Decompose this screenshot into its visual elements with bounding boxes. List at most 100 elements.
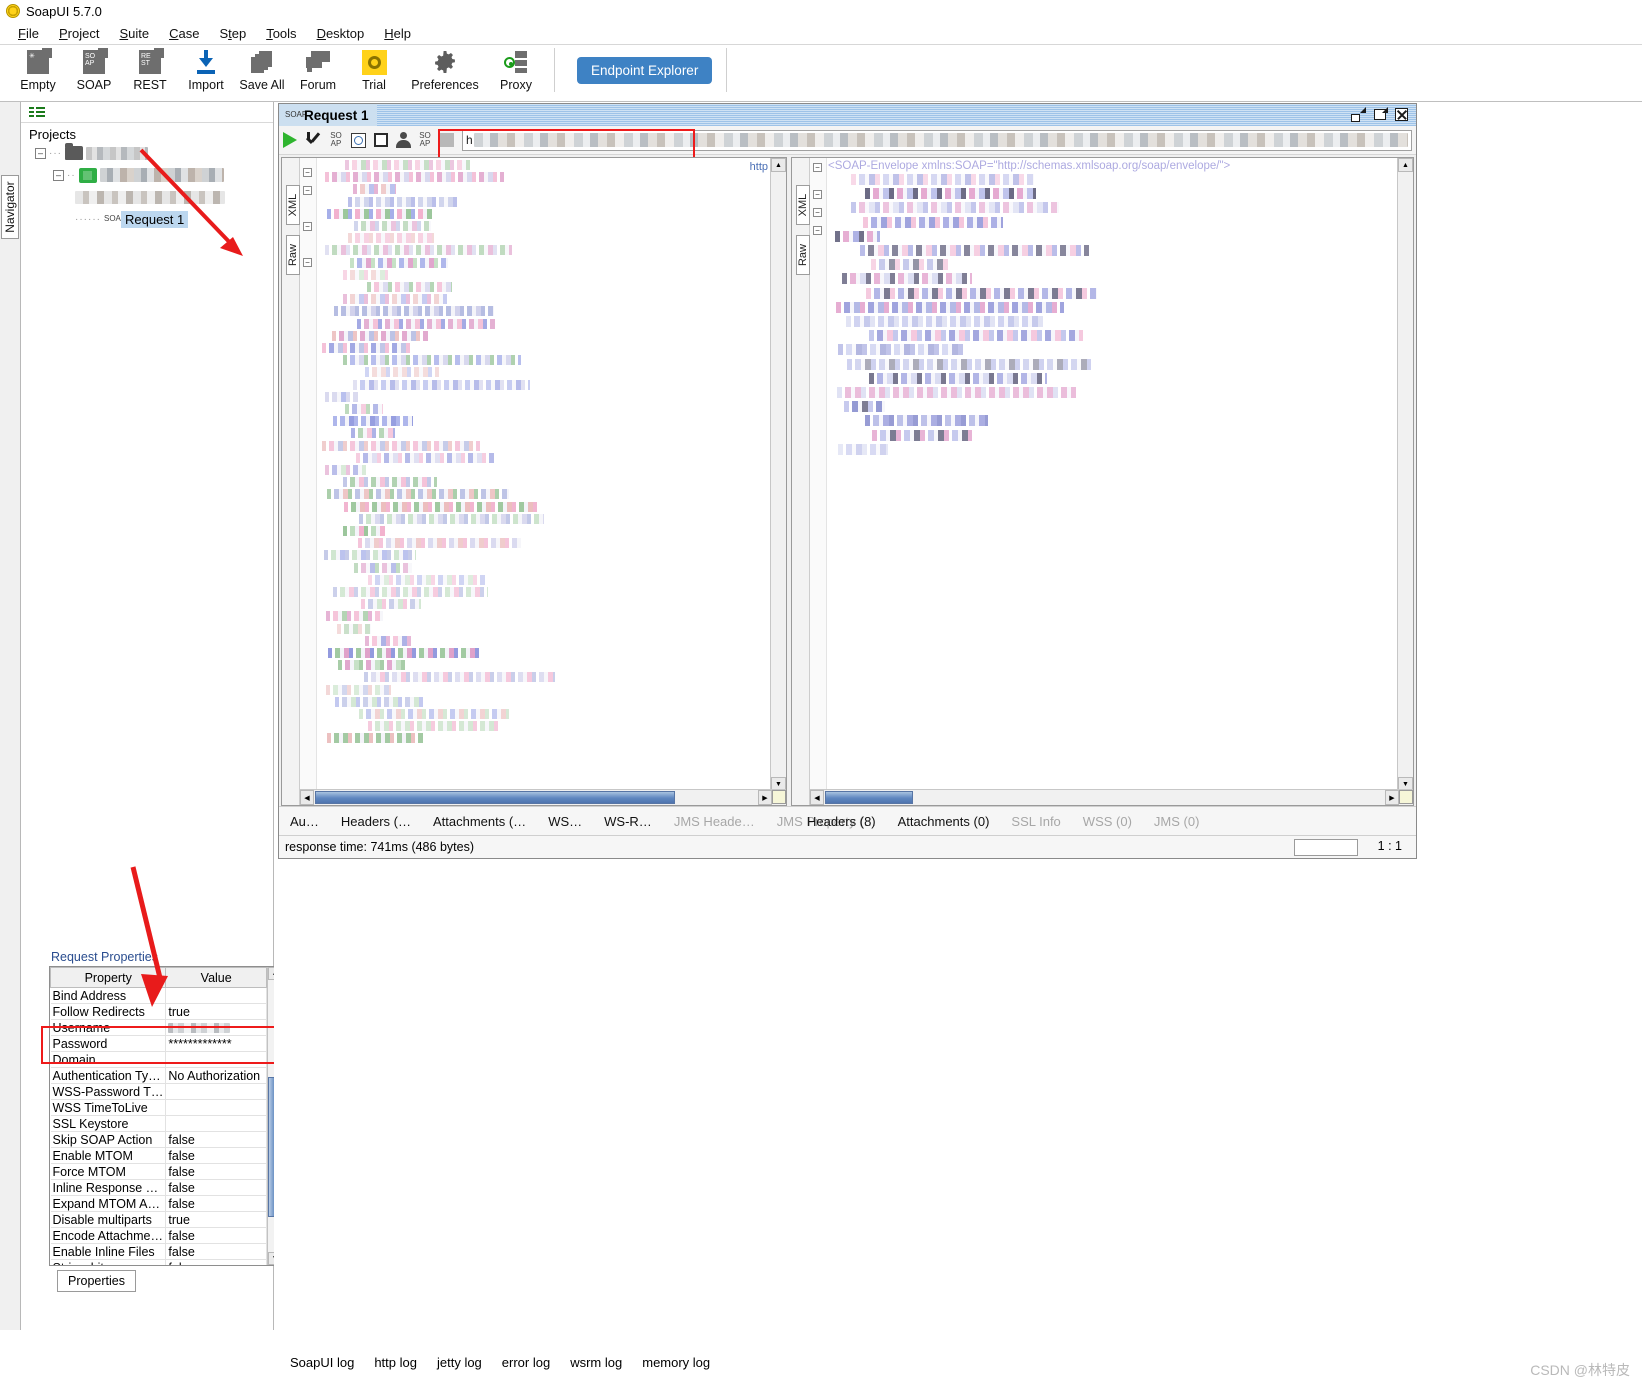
clear-icon[interactable] bbox=[440, 133, 454, 147]
table-row[interactable]: WSS TimeToLive bbox=[50, 1099, 267, 1116]
menu-case[interactable]: Case bbox=[159, 24, 209, 43]
response-tab-3[interactable]: WSS (0) bbox=[1072, 807, 1143, 835]
tree-item-request-1[interactable]: Request 1 bbox=[120, 210, 189, 228]
log-tab-jetty-log[interactable]: jetty log bbox=[437, 1355, 482, 1370]
request-editor-zoom-icon[interactable] bbox=[772, 790, 786, 804]
toolbar-soap-button[interactable]: SO AP SOAP bbox=[66, 45, 122, 92]
request-tab-4[interactable]: WS-R… bbox=[593, 807, 663, 835]
table-row[interactable]: Authentication Ty… No Authorization bbox=[50, 1067, 267, 1084]
table-row[interactable]: Username bbox=[50, 1019, 267, 1036]
menu-suite[interactable]: Suite bbox=[109, 24, 159, 43]
response-horizontal-scrollbar[interactable]: ◀ ▶ bbox=[810, 789, 1413, 805]
toolbar-save-all-button[interactable]: Save All bbox=[234, 45, 290, 92]
menu-help[interactable]: Help bbox=[374, 24, 421, 43]
tree-node-interface[interactable]: – ·· bbox=[27, 164, 273, 186]
request-tab-xml[interactable]: XML bbox=[286, 185, 300, 225]
response-xml-editor[interactable]: − − − − <SOAP-Envelope xmlns:SOAP="http:… bbox=[810, 158, 1413, 805]
endpoint-explorer-button[interactable]: Endpoint Explorer bbox=[577, 57, 713, 84]
property-value-cell[interactable]: true bbox=[165, 1211, 267, 1228]
request-hscroll-track[interactable] bbox=[314, 790, 758, 805]
menu-file[interactable]: File bbox=[8, 24, 49, 43]
property-value-cell[interactable]: false bbox=[165, 1147, 267, 1164]
response-tab-raw[interactable]: Raw bbox=[796, 235, 810, 275]
property-value-cell[interactable]: false bbox=[165, 1227, 267, 1244]
validate-icon[interactable] bbox=[305, 132, 321, 148]
auth-icon[interactable] bbox=[396, 132, 411, 148]
menu-desktop[interactable]: Desktop bbox=[307, 24, 375, 43]
request-scroll-up-icon[interactable]: ▲ bbox=[771, 158, 786, 172]
table-row[interactable]: Strip whitespacesfalse bbox=[50, 1259, 267, 1265]
toolbar-import-button[interactable]: Import bbox=[178, 45, 234, 92]
response-editor-zoom-icon[interactable] bbox=[1399, 790, 1413, 804]
tree-node-project[interactable]: – ··· bbox=[27, 142, 273, 164]
table-row[interactable]: Enable MTOM false bbox=[50, 1147, 267, 1164]
property-value-cell[interactable]: false bbox=[165, 1179, 267, 1196]
property-value-cell[interactable]: false bbox=[165, 1243, 267, 1260]
list-view-icon[interactable] bbox=[29, 106, 45, 118]
property-value-cell[interactable]: false bbox=[165, 1195, 267, 1212]
response-scroll-right-icon[interactable]: ▶ bbox=[1385, 790, 1399, 805]
response-tab-xml[interactable]: XML bbox=[796, 185, 810, 225]
menu-step[interactable]: Step bbox=[209, 24, 256, 43]
table-row[interactable]: Disable multiparts true bbox=[50, 1211, 267, 1228]
request-hscroll-thumb[interactable] bbox=[315, 791, 675, 804]
response-scroll-up-icon[interactable]: ▲ bbox=[1398, 158, 1413, 172]
table-row[interactable]: Force MTOM false bbox=[50, 1163, 267, 1180]
property-value-cell[interactable] bbox=[165, 1115, 267, 1132]
property-value-cell[interactable] bbox=[165, 987, 267, 1004]
table-row[interactable]: Enable Inline Files false bbox=[50, 1243, 267, 1260]
toolbar-trial-button[interactable]: Trial bbox=[346, 45, 402, 92]
request-xml-editor[interactable]: − − − − http ▲ ▼ ◀ ▶ bbox=[300, 158, 786, 805]
expander-icon-2[interactable]: – bbox=[53, 169, 64, 181]
submit-request-icon[interactable] bbox=[283, 132, 297, 148]
property-value-cell[interactable] bbox=[165, 1051, 267, 1068]
toolbar-forum-button[interactable]: Forum bbox=[290, 45, 346, 92]
request-scroll-right-icon[interactable]: ▶ bbox=[758, 790, 772, 805]
request-tab-3[interactable]: WS… bbox=[537, 807, 593, 835]
property-value-cell[interactable] bbox=[165, 1019, 267, 1036]
soap-attachment-icon[interactable]: SO AP bbox=[418, 132, 432, 148]
toolbar-empty-button[interactable]: ✳ Empty bbox=[10, 45, 66, 92]
recording-icon[interactable] bbox=[351, 132, 366, 148]
response-tab-0[interactable]: Headers (8) bbox=[796, 807, 887, 835]
property-value-cell[interactable] bbox=[165, 1083, 267, 1100]
log-tab-wsrm-log[interactable]: wsrm log bbox=[570, 1355, 622, 1370]
request-tab-5[interactable]: JMS Heade… bbox=[663, 807, 766, 835]
endpoint-input[interactable]: h bbox=[462, 129, 1412, 151]
table-row[interactable]: Skip SOAP Action false bbox=[50, 1131, 267, 1148]
expander-icon[interactable]: – bbox=[35, 147, 46, 159]
request-horizontal-scrollbar[interactable]: ◀ ▶ bbox=[300, 789, 786, 805]
response-vertical-scrollbar[interactable]: ▲ ▼ bbox=[1397, 158, 1413, 791]
property-value-cell[interactable]: ************* bbox=[165, 1035, 267, 1052]
table-row[interactable]: Expand MTOM A… false bbox=[50, 1195, 267, 1212]
property-value-cell[interactable] bbox=[165, 1099, 267, 1116]
property-value-cell[interactable]: false bbox=[165, 1131, 267, 1148]
property-value-cell[interactable]: true bbox=[165, 1003, 267, 1020]
table-row[interactable]: Password ************* bbox=[50, 1035, 267, 1052]
restore-down-icon[interactable] bbox=[1351, 107, 1366, 122]
table-row[interactable]: Bind Address bbox=[50, 987, 267, 1004]
response-tab-2[interactable]: SSL Info bbox=[1000, 807, 1071, 835]
navigator-strip[interactable]: Navigator bbox=[0, 102, 21, 1330]
log-tab-error-log[interactable]: error log bbox=[502, 1355, 550, 1370]
toolbar-preferences-button[interactable]: Preferences bbox=[402, 45, 488, 92]
response-hscroll-track[interactable] bbox=[824, 790, 1385, 805]
request-tab-1[interactable]: Headers (… bbox=[330, 807, 422, 835]
request-scroll-left-icon[interactable]: ◀ bbox=[300, 790, 314, 805]
property-value-cell[interactable]: false bbox=[165, 1259, 267, 1265]
response-hscroll-thumb[interactable] bbox=[825, 791, 913, 804]
table-row[interactable]: Encode Attachme… false bbox=[50, 1227, 267, 1244]
request-vertical-scrollbar[interactable]: ▲ ▼ bbox=[770, 158, 786, 791]
response-tab-4[interactable]: JMS (0) bbox=[1143, 807, 1211, 835]
toolbar-proxy-button[interactable]: Proxy bbox=[488, 45, 544, 92]
close-icon[interactable] bbox=[1395, 107, 1410, 122]
log-tab-memory-log[interactable]: memory log bbox=[642, 1355, 710, 1370]
request-window-tab[interactable]: SOAP Request 1 bbox=[279, 104, 377, 126]
table-row[interactable]: SSL Keystore bbox=[50, 1115, 267, 1132]
tree-node-request[interactable]: ······ SOAP Request 1 bbox=[27, 208, 273, 230]
menu-project[interactable]: Project bbox=[49, 24, 109, 43]
table-row[interactable]: Domain bbox=[50, 1051, 267, 1068]
stop-icon[interactable] bbox=[374, 133, 388, 147]
log-tab-soapui-log[interactable]: SoapUI log bbox=[290, 1355, 354, 1370]
soap-wsa-icon[interactable]: SO AP bbox=[329, 132, 343, 148]
